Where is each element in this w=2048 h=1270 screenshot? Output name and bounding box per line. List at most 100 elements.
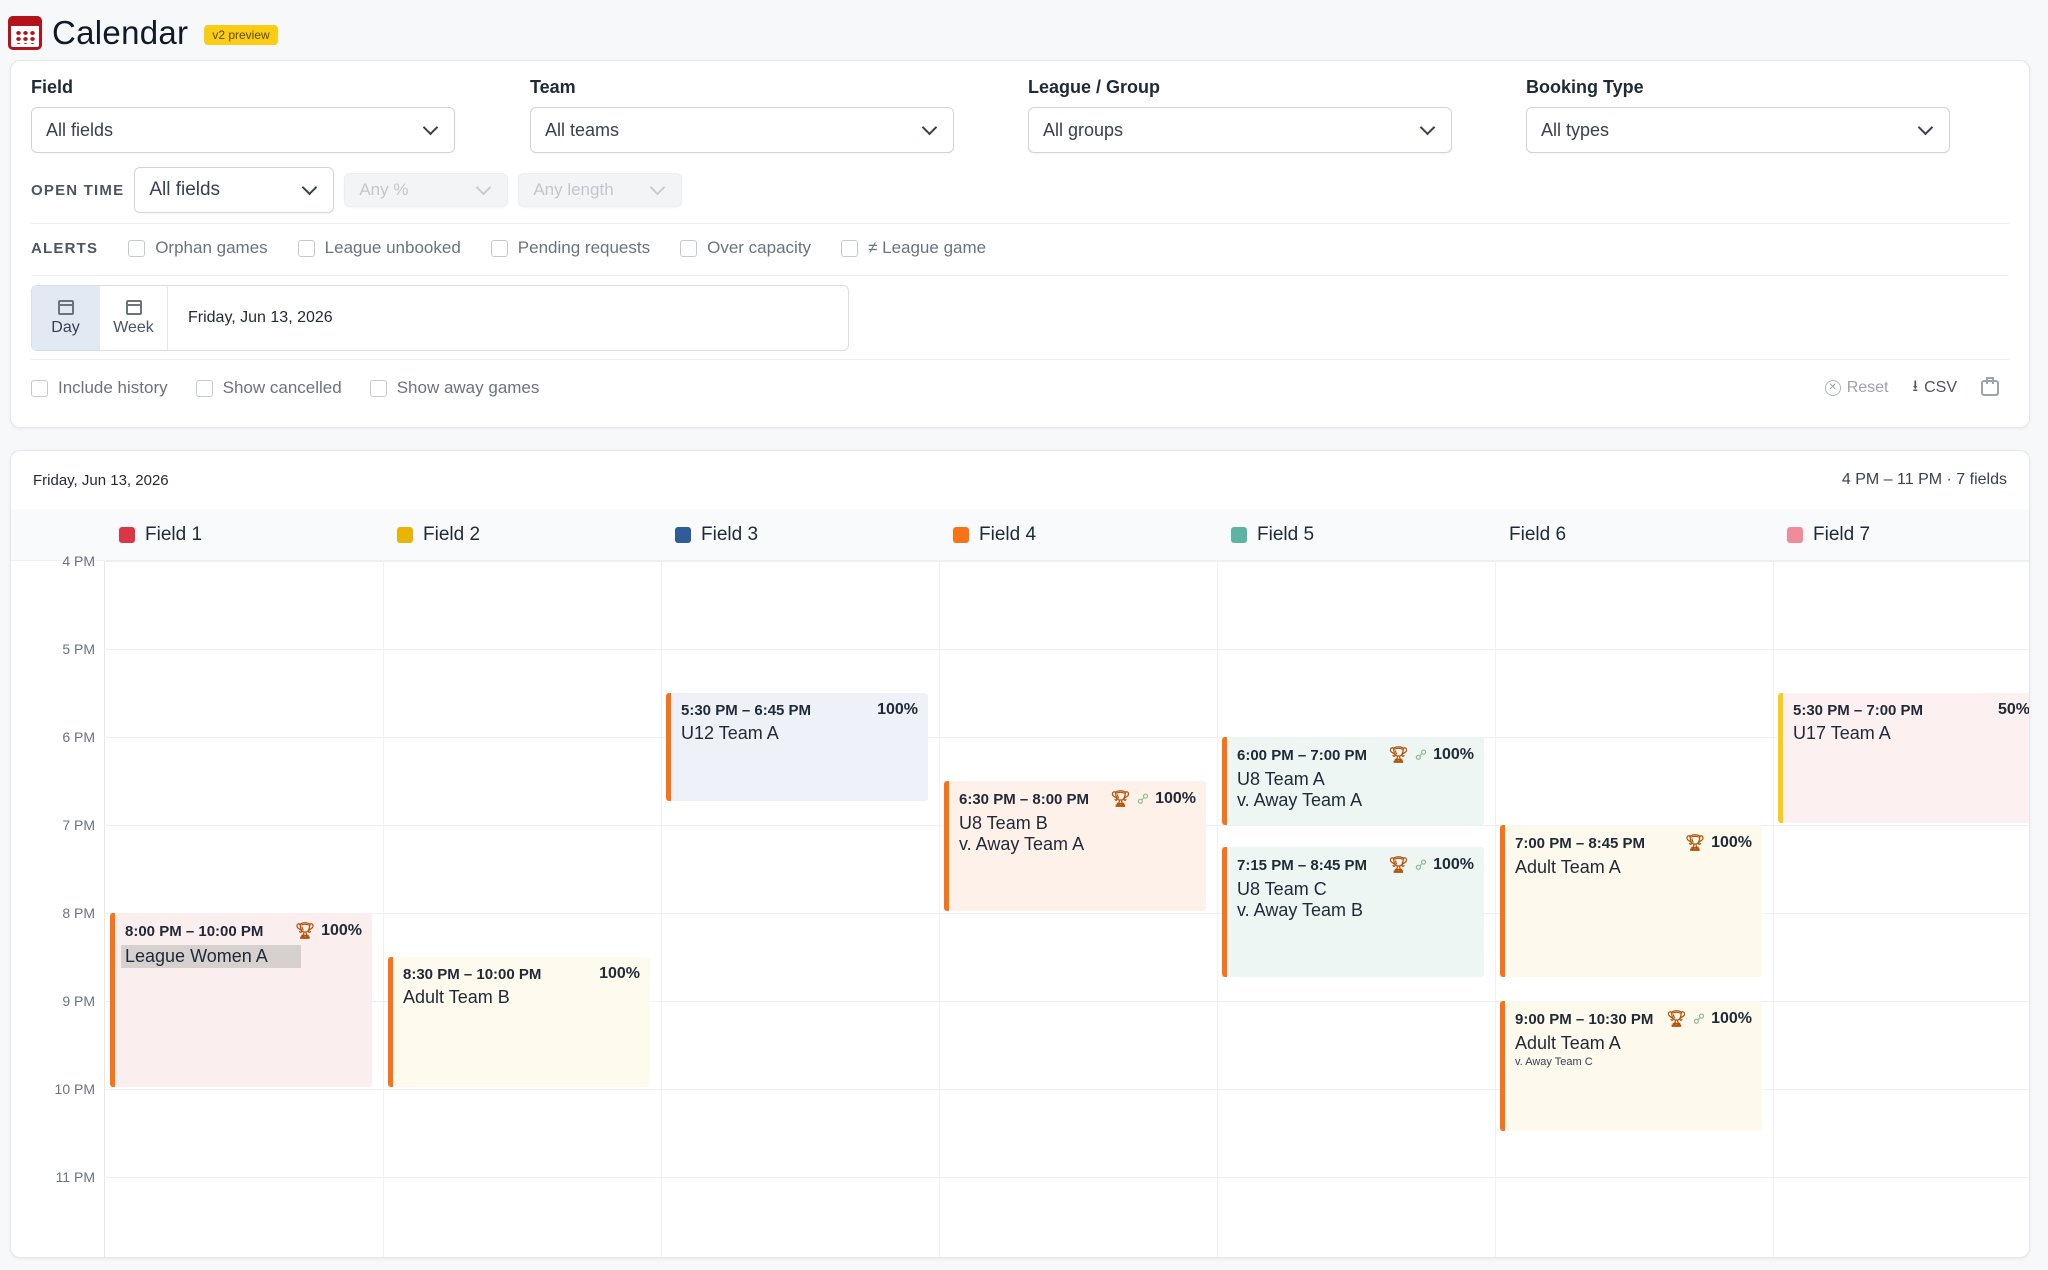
divider bbox=[31, 275, 2009, 276]
alert-label: ≠ League game bbox=[868, 238, 987, 257]
actions: ✕ Reset ⭳ CSV bbox=[1824, 373, 1999, 403]
field-filter-label: Field bbox=[31, 77, 74, 97]
booking-event[interactable]: 6:30 PM – 8:00 PM 🏆︎ ⚯ 100% U8 Team B v. Aw… bbox=[944, 781, 1206, 911]
chevron-down-icon bbox=[1917, 119, 1934, 135]
alert-label: League unbooked bbox=[324, 238, 461, 257]
event-time: 5:30 PM – 7:00 PM bbox=[1793, 701, 1924, 719]
booking-event[interactable]: 5:30 PM – 6:45 PM 100% U12 Team A bbox=[666, 693, 928, 801]
field-header-label: Field 3 bbox=[701, 524, 759, 545]
field-header: Field 1 bbox=[105, 509, 202, 561]
alert-orphan-games[interactable]: Orphan games bbox=[128, 238, 268, 258]
open-time-select[interactable]: All fields bbox=[134, 167, 335, 213]
booking-event[interactable]: 7:15 PM – 8:45 PM 🏆︎ ⚯ 100% U8 Team C v. Aw… bbox=[1222, 847, 1484, 977]
checkbox[interactable] bbox=[490, 239, 508, 257]
calendar-summary: 4 PM – 11 PM · 7 fields bbox=[1841, 471, 2007, 488]
version-badge: v2 preview bbox=[204, 25, 278, 45]
booking-event[interactable]: 8:30 PM – 10:00 PM 100% Adult Team B bbox=[388, 957, 650, 1087]
checkbox[interactable] bbox=[841, 239, 859, 257]
event-percent: 100% bbox=[321, 922, 362, 939]
checkbox[interactable] bbox=[297, 239, 315, 257]
checkbox[interactable] bbox=[128, 239, 146, 257]
booking-select[interactable]: All types bbox=[1526, 107, 1950, 153]
league-select[interactable]: All groups bbox=[1028, 107, 1452, 153]
download-icon: ⭳ bbox=[1912, 377, 1919, 395]
link-icon: ⚯ bbox=[1410, 744, 1432, 766]
checkbox[interactable] bbox=[195, 379, 213, 397]
field-header-label: Field 6 bbox=[1509, 524, 1567, 545]
calendar-icon bbox=[8, 16, 42, 50]
field-select[interactable]: All fields bbox=[31, 107, 455, 153]
chevron-down-icon bbox=[1419, 119, 1436, 135]
booking-filter-label: Booking Type bbox=[1526, 77, 1644, 97]
alert-pending-requests[interactable]: Pending requests bbox=[490, 238, 651, 258]
day-view-label: Day bbox=[51, 318, 80, 336]
date-picker[interactable]: Friday, Jun 13, 2026 bbox=[168, 286, 333, 350]
csv-label: CSV bbox=[1924, 379, 1957, 396]
checkbox[interactable] bbox=[369, 379, 387, 397]
hour-line bbox=[104, 1177, 2029, 1178]
alert-league-game[interactable]: ≠ League game bbox=[841, 238, 986, 258]
team-filter-label: Team bbox=[530, 77, 576, 97]
day-view-button[interactable]: Day bbox=[32, 286, 100, 350]
alert-label: Pending requests bbox=[517, 238, 651, 257]
option-label: Show cancelled bbox=[222, 378, 342, 397]
team-select[interactable]: All teams bbox=[530, 107, 954, 153]
day-grid: 4 PM 5 PM 6 PM 7 PM 8 PM 9 PM 10 PM 11 P… bbox=[11, 553, 2029, 1257]
reset-label: Reset bbox=[1846, 379, 1889, 396]
hour-label: 6 PM bbox=[62, 729, 95, 745]
divider bbox=[31, 359, 2009, 360]
checkbox[interactable] bbox=[31, 379, 48, 397]
field-filter: Field All fields bbox=[31, 77, 455, 153]
field-header: Field 3 bbox=[661, 509, 758, 561]
view-switcher: Day Week Friday, Jun 13, 2026 bbox=[31, 285, 849, 351]
league-filter-label: League / Group bbox=[1028, 77, 1161, 97]
divider bbox=[31, 223, 2009, 224]
team-select-value: All teams bbox=[545, 119, 620, 140]
hour-line bbox=[104, 561, 2029, 562]
event-team: Adult Team A bbox=[1515, 1033, 1621, 1053]
show-away-option[interactable]: Show away games bbox=[369, 378, 539, 398]
reset-button[interactable]: ✕ Reset bbox=[1824, 379, 1889, 397]
field-header-label: Field 1 bbox=[145, 524, 203, 545]
booking-filter: Booking Type All types bbox=[1526, 77, 1950, 153]
link-icon: ⚯ bbox=[1132, 788, 1154, 810]
booking-event[interactable]: 9:00 PM – 10:30 PM 🏆︎ ⚯ 100% Adult Team A v… bbox=[1500, 1001, 1762, 1131]
booking-event[interactable]: 6:00 PM – 7:00 PM 🏆︎ ⚯ 100% U8 Team A v. Aw… bbox=[1222, 737, 1484, 825]
booking-event[interactable]: 7:00 PM – 8:45 PM 🏆︎ 100% Adult Team A bbox=[1500, 825, 1762, 977]
alert-league-unbooked[interactable]: League unbooked bbox=[297, 238, 461, 258]
field-color-swatch bbox=[675, 527, 691, 543]
event-percent: 100% bbox=[599, 965, 640, 982]
show-cancelled-option[interactable]: Show cancelled bbox=[195, 378, 342, 398]
csv-button[interactable]: ⭳ CSV bbox=[1912, 375, 1957, 402]
event-opponent: v. Away Team A bbox=[959, 834, 1085, 854]
booking-event[interactable]: 5:30 PM – 7:00 PM 50% U17 Team A bbox=[1778, 693, 2029, 823]
print-button[interactable] bbox=[1981, 377, 1999, 396]
booking-event[interactable]: 8:00 PM – 10:00 PM 🏆︎ 100% League Women A bbox=[110, 913, 372, 1087]
event-time: 5:30 PM – 6:45 PM bbox=[681, 701, 812, 719]
event-time: 7:00 PM – 8:45 PM bbox=[1515, 834, 1646, 852]
league-filter: League / Group All groups bbox=[1028, 77, 1452, 153]
include-history-option[interactable]: Include history bbox=[31, 378, 168, 398]
field-header-label: Field 7 bbox=[1813, 524, 1871, 545]
hour-line bbox=[104, 737, 2029, 738]
league-select-value: All groups bbox=[1043, 119, 1124, 140]
event-percent: 100% bbox=[1433, 746, 1474, 763]
option-label: Include history bbox=[58, 378, 168, 397]
alert-over-capacity[interactable]: Over capacity bbox=[680, 238, 811, 258]
week-view-button[interactable]: Week bbox=[100, 286, 168, 350]
trophy-icon: 🏆︎ bbox=[1388, 747, 1409, 764]
reset-icon: ✕ bbox=[1824, 380, 1841, 396]
checkbox[interactable] bbox=[680, 239, 698, 257]
column-divider bbox=[1773, 561, 1774, 1257]
event-team: U17 Team A bbox=[1793, 723, 1891, 743]
percent-select[interactable]: Any % bbox=[344, 173, 509, 207]
options-row: Include history Show cancelled Show away… bbox=[31, 373, 539, 403]
chevron-down-icon bbox=[650, 179, 666, 195]
field-header: Field 7 bbox=[1773, 509, 1870, 561]
hour-label: 5 PM bbox=[62, 641, 95, 657]
field-header-label: Field 4 bbox=[979, 524, 1037, 545]
chevron-down-icon bbox=[422, 119, 439, 135]
hour-label: 9 PM bbox=[62, 993, 95, 1009]
length-select[interactable]: Any length bbox=[518, 173, 683, 207]
field-header: Field 4 bbox=[939, 509, 1036, 561]
